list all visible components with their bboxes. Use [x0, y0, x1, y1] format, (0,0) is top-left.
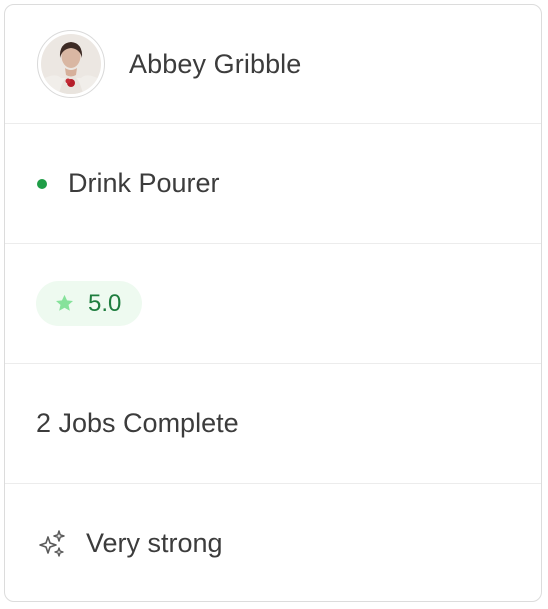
worker-summary-card: Abbey Gribble Drink Pourer 5.0 2 Jobs Co… — [4, 4, 542, 602]
strength-label: Very strong — [86, 528, 223, 558]
worker-role: Drink Pourer — [68, 168, 220, 198]
rating-badge: 5.0 — [36, 281, 143, 326]
rating-value: 5.0 — [88, 289, 122, 317]
avatar[interactable] — [37, 30, 105, 98]
star-icon — [56, 294, 73, 311]
avatar-photo — [41, 34, 101, 94]
strength-row: Very strong — [5, 483, 541, 601]
profile-row: Abbey Gribble — [5, 5, 541, 123]
jobs-row: 2 Jobs Complete — [5, 363, 541, 483]
jobs-complete: 2 Jobs Complete — [36, 408, 239, 438]
rating-row: 5.0 — [5, 243, 541, 363]
worker-name: Abbey Gribble — [129, 48, 302, 79]
role-row: Drink Pourer — [5, 123, 541, 243]
sparkle-icon — [39, 529, 65, 557]
status-dot-icon — [37, 178, 47, 189]
